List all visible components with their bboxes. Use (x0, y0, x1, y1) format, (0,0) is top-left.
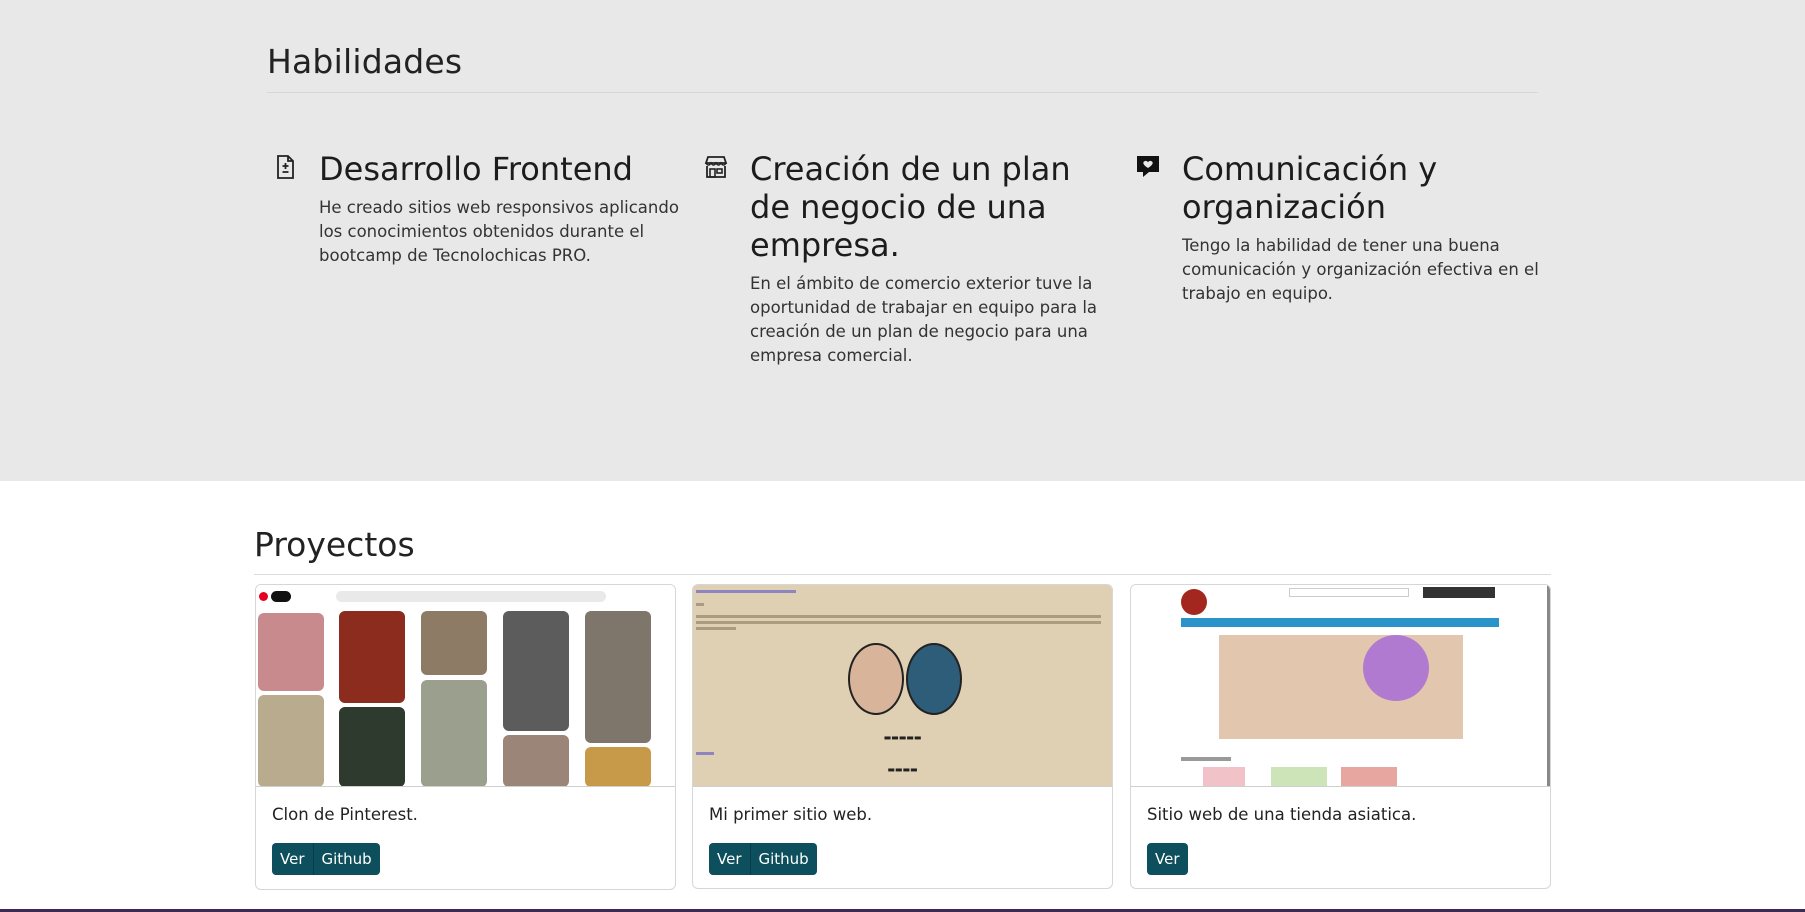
shop-icon (704, 156, 728, 178)
view-button[interactable]: Ver (709, 843, 751, 875)
project-screenshot[interactable] (256, 585, 675, 787)
skill-description: En el ámbito de comercio exterior tuve l… (750, 274, 1098, 365)
github-button[interactable]: Github (313, 843, 380, 875)
project-button-group: Ver Github (709, 843, 817, 875)
projects-title: Proyectos (254, 525, 415, 564)
github-button[interactable]: Github (750, 843, 817, 875)
chat-heart-icon (1137, 156, 1159, 177)
project-card-asian-store: Sitio web de una tienda asiatica. Ver (1130, 584, 1551, 889)
scrollbar (1547, 585, 1550, 786)
photo-oval (906, 643, 962, 715)
skills-divider (267, 92, 1538, 93)
store-logo-icon (1181, 589, 1207, 615)
view-button[interactable]: Ver (272, 843, 314, 875)
project-description: Clon de Pinterest. (272, 805, 418, 824)
project-card-pinterest: Clon de Pinterest. Ver Github (255, 584, 676, 890)
skill-description: Tengo la habilidad de tener una buena co… (1182, 236, 1539, 303)
view-button[interactable]: Ver (1147, 843, 1188, 875)
skills-title: Habilidades (267, 42, 463, 81)
skill-description: He creado sitios web responsivos aplican… (319, 198, 679, 265)
skills-section: Habilidades Desarrollo Frontend He cread… (0, 0, 1805, 481)
photo-oval (848, 643, 904, 715)
file-plus-icon (277, 155, 294, 179)
nav-bar (1181, 618, 1499, 627)
skill-title: Creación de un plan de negocio de una em… (750, 150, 1071, 264)
search-bar (1289, 588, 1409, 597)
project-button-group: Ver (1147, 843, 1188, 875)
banner (1219, 635, 1463, 739)
projects-divider (254, 574, 1551, 575)
project-screenshot[interactable]: ▬▬▬▬▬ ▬▬▬▬ (693, 585, 1112, 787)
skill-title: Desarrollo Frontend (319, 150, 633, 188)
pinterest-logo-icon (259, 592, 268, 601)
project-button-group: Ver Github (272, 843, 380, 875)
project-card-first-site: ▬▬▬▬▬ ▬▬▬▬ Mi primer sitio web. Ver Gith… (692, 584, 1113, 889)
project-description: Sitio web de una tienda asiatica. (1147, 805, 1417, 824)
project-description: Mi primer sitio web. (709, 805, 873, 824)
project-screenshot[interactable] (1131, 585, 1550, 787)
skill-title: Comunicación y organización (1182, 150, 1438, 226)
